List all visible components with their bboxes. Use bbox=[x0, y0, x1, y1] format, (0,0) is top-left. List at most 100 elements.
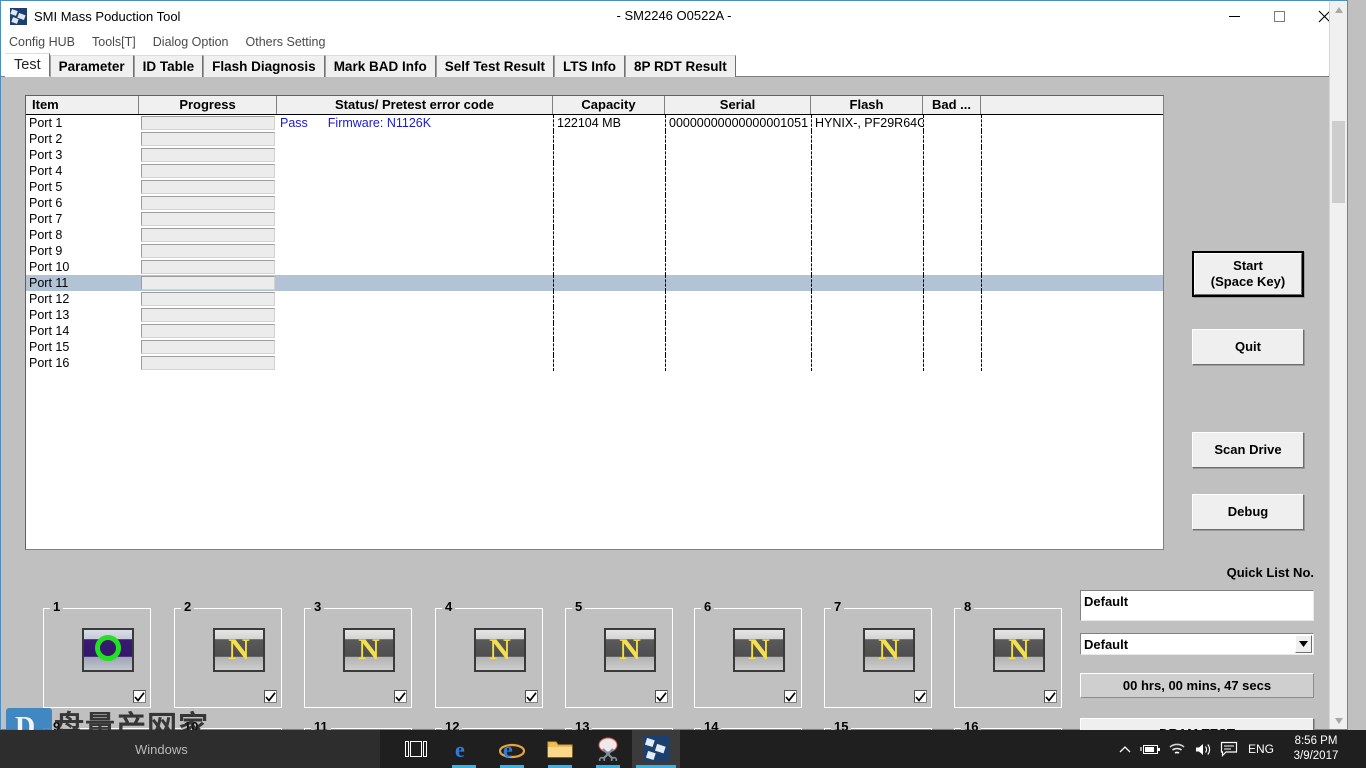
table-row[interactable]: Port 1 Pass Firmware: N1126K 122104 MB 0… bbox=[26, 115, 1163, 131]
table-row[interactable]: Port 14 bbox=[26, 323, 1163, 339]
scan-drive-button[interactable]: Scan Drive bbox=[1192, 432, 1304, 468]
debug-button[interactable]: Debug bbox=[1192, 494, 1304, 530]
start-button[interactable]: Start (Space Key) bbox=[1192, 251, 1304, 297]
column-header-progress[interactable]: Progress bbox=[139, 96, 277, 114]
column-header-status[interactable]: Status/ Pretest error code bbox=[277, 96, 553, 114]
cell-bad bbox=[923, 163, 981, 179]
port-enable-checkbox[interactable] bbox=[784, 690, 797, 703]
clock[interactable]: 8:56 PM 3/9/2017 bbox=[1284, 734, 1352, 764]
table-row[interactable]: Port 11 bbox=[26, 275, 1163, 291]
port-tile-number: 5 bbox=[572, 599, 585, 614]
snipping-tool-icon[interactable] bbox=[584, 730, 632, 768]
scroll-down-arrow-icon[interactable] bbox=[1330, 712, 1347, 729]
column-header-item[interactable]: Item bbox=[26, 96, 139, 114]
port-tile[interactable]: 2N bbox=[174, 608, 282, 708]
tab-test[interactable]: Test bbox=[5, 53, 50, 77]
table-row[interactable]: Port 2 bbox=[26, 131, 1163, 147]
tab-flash-diagnosis[interactable]: Flash Diagnosis bbox=[203, 55, 325, 77]
cell-item: Port 6 bbox=[26, 195, 139, 211]
port-enable-checkbox[interactable] bbox=[394, 690, 407, 703]
tab-mark-bad-info[interactable]: Mark BAD Info bbox=[325, 55, 436, 77]
table-row[interactable]: Port 8 bbox=[26, 227, 1163, 243]
port-enable-checkbox[interactable] bbox=[264, 690, 277, 703]
cell-flash bbox=[811, 275, 923, 291]
port-status-grid[interactable]: Item Progress Status/ Pretest error code… bbox=[25, 95, 1164, 550]
port-tile[interactable]: 5N bbox=[565, 608, 673, 708]
port-tile[interactable]: 7N bbox=[824, 608, 932, 708]
table-row[interactable]: Port 15 bbox=[26, 339, 1163, 355]
search-input[interactable]: Windows bbox=[0, 730, 380, 768]
table-row[interactable]: Port 7 bbox=[26, 211, 1163, 227]
port-enable-checkbox[interactable] bbox=[133, 690, 146, 703]
port-enable-checkbox[interactable] bbox=[914, 690, 927, 703]
port-tile[interactable]: 6N bbox=[694, 608, 802, 708]
tab-strip: Test Parameter ID Table Flash Diagnosis … bbox=[1, 53, 1347, 77]
battery-icon[interactable] bbox=[1138, 730, 1164, 768]
wifi-icon[interactable] bbox=[1164, 730, 1190, 768]
port-tile-number: 8 bbox=[961, 599, 974, 614]
tab-8p-rdt-result[interactable]: 8P RDT Result bbox=[625, 55, 736, 77]
column-header-serial[interactable]: Serial bbox=[665, 96, 811, 114]
quick-list-input[interactable]: Default bbox=[1080, 590, 1314, 621]
cell-serial: 00000000000000001051 bbox=[665, 115, 811, 131]
chevron-up-icon[interactable] bbox=[1112, 730, 1138, 768]
edge-icon[interactable]: e bbox=[440, 730, 488, 768]
column-header-extra[interactable] bbox=[981, 96, 1163, 114]
task-view-icon[interactable] bbox=[392, 730, 440, 768]
table-row[interactable]: Port 9 bbox=[26, 243, 1163, 259]
table-row[interactable]: Port 6 bbox=[26, 195, 1163, 211]
maximize-button[interactable] bbox=[1257, 2, 1302, 31]
chevron-down-icon[interactable] bbox=[1295, 635, 1312, 653]
quick-list-dropdown[interactable]: Default bbox=[1080, 633, 1314, 655]
scrollbar-thumb[interactable] bbox=[1332, 121, 1345, 203]
minimize-button[interactable] bbox=[1212, 2, 1257, 31]
table-row[interactable]: Port 5 bbox=[26, 179, 1163, 195]
menu-item-dialog-option[interactable]: Dialog Option bbox=[153, 35, 229, 49]
window-scrollbar[interactable] bbox=[1329, 1, 1347, 729]
column-header-bad[interactable]: Bad ... bbox=[923, 96, 981, 114]
internet-explorer-icon[interactable]: e bbox=[488, 730, 536, 768]
file-explorer-icon[interactable] bbox=[536, 730, 584, 768]
grid-header-row: Item Progress Status/ Pretest error code… bbox=[26, 96, 1163, 115]
scroll-up-arrow-icon[interactable] bbox=[1330, 1, 1347, 18]
table-row[interactable]: Port 4 bbox=[26, 163, 1163, 179]
cell-bad bbox=[923, 131, 981, 147]
notifications-icon[interactable] bbox=[1216, 730, 1242, 768]
drive-glyph: N bbox=[863, 628, 915, 672]
tab-self-test-result[interactable]: Self Test Result bbox=[436, 55, 554, 77]
table-row[interactable]: Port 16 bbox=[26, 355, 1163, 371]
cell-capacity bbox=[553, 179, 665, 195]
table-row[interactable]: Port 3 bbox=[26, 147, 1163, 163]
cell-item: Port 9 bbox=[26, 243, 139, 259]
port-tile[interactable]: 3N bbox=[304, 608, 412, 708]
svg-text:e: e bbox=[455, 737, 465, 762]
port-enable-checkbox[interactable] bbox=[525, 690, 538, 703]
table-row[interactable]: Port 12 bbox=[26, 291, 1163, 307]
menu-item-tools[interactable]: Tools[T] bbox=[92, 35, 136, 49]
port-enable-checkbox[interactable] bbox=[1044, 690, 1057, 703]
language-indicator[interactable]: ENG bbox=[1242, 742, 1284, 756]
volume-icon[interactable] bbox=[1190, 730, 1216, 768]
menu-item-config-hub[interactable]: Config HUB bbox=[9, 35, 75, 49]
port-tile[interactable]: 8N bbox=[954, 608, 1062, 708]
port-tile[interactable]: 1O bbox=[43, 608, 151, 708]
tab-id-table[interactable]: ID Table bbox=[134, 55, 204, 77]
cell-extra bbox=[981, 131, 1163, 147]
quit-button[interactable]: Quit bbox=[1192, 329, 1304, 365]
show-desktop-button[interactable] bbox=[1352, 730, 1366, 768]
title-bar[interactable]: SMI Mass Poduction Tool - SM2246 O0522A … bbox=[1, 1, 1347, 31]
checkmark-icon bbox=[395, 692, 406, 702]
port-tile[interactable]: 4N bbox=[435, 608, 543, 708]
tab-parameter[interactable]: Parameter bbox=[50, 55, 134, 77]
cell-status bbox=[277, 243, 553, 259]
taskbar-item-smi-app[interactable] bbox=[632, 730, 680, 768]
table-row[interactable]: Port 10 bbox=[26, 259, 1163, 275]
column-header-capacity[interactable]: Capacity bbox=[553, 96, 665, 114]
table-row[interactable]: Port 13 bbox=[26, 307, 1163, 323]
port-enable-checkbox[interactable] bbox=[655, 690, 668, 703]
tab-lts-info[interactable]: LTS Info bbox=[554, 55, 625, 77]
column-header-flash[interactable]: Flash bbox=[811, 96, 923, 114]
checkmark-icon bbox=[785, 692, 796, 702]
cell-serial bbox=[665, 275, 811, 291]
menu-item-others-setting[interactable]: Others Setting bbox=[246, 35, 326, 49]
